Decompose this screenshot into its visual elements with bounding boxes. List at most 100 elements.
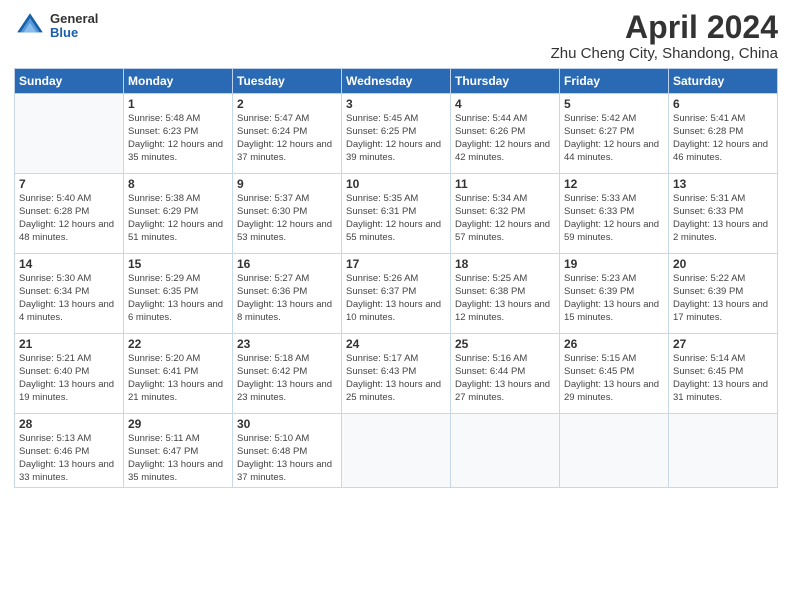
day-number: 7 xyxy=(19,177,119,191)
table-row: 22 Sunrise: 5:20 AM Sunset: 6:41 PM Dayli… xyxy=(124,334,233,414)
day-info: Sunrise: 5:27 AM Sunset: 6:36 PM Dayligh… xyxy=(237,273,337,324)
day-info: Sunrise: 5:37 AM Sunset: 6:30 PM Dayligh… xyxy=(237,193,337,244)
table-row: 12 Sunrise: 5:33 AM Sunset: 6:33 PM Dayli… xyxy=(560,174,669,254)
header-friday: Friday xyxy=(560,69,669,94)
day-info: Sunrise: 5:42 AM Sunset: 6:27 PM Dayligh… xyxy=(564,113,664,164)
day-number: 13 xyxy=(673,177,773,191)
day-number: 2 xyxy=(237,97,337,111)
day-info: Sunrise: 5:21 AM Sunset: 6:40 PM Dayligh… xyxy=(19,353,119,404)
day-info: Sunrise: 5:14 AM Sunset: 6:45 PM Dayligh… xyxy=(673,353,773,404)
day-number: 27 xyxy=(673,337,773,351)
day-info: Sunrise: 5:34 AM Sunset: 6:32 PM Dayligh… xyxy=(455,193,555,244)
day-number: 5 xyxy=(564,97,664,111)
table-row: 24 Sunrise: 5:17 AM Sunset: 6:43 PM Dayli… xyxy=(342,334,451,414)
calendar-week-row: 21 Sunrise: 5:21 AM Sunset: 6:40 PM Dayli… xyxy=(15,334,778,414)
header-monday: Monday xyxy=(124,69,233,94)
calendar-table: Sunday Monday Tuesday Wednesday Thursday… xyxy=(14,68,778,488)
table-row: 5 Sunrise: 5:42 AM Sunset: 6:27 PM Daylig… xyxy=(560,94,669,174)
calendar-week-row: 7 Sunrise: 5:40 AM Sunset: 6:28 PM Daylig… xyxy=(15,174,778,254)
day-number: 8 xyxy=(128,177,228,191)
day-info: Sunrise: 5:35 AM Sunset: 6:31 PM Dayligh… xyxy=(346,193,446,244)
day-number: 19 xyxy=(564,257,664,271)
table-row: 19Sunrise: 5:23 AM Sunset: 6:39 PM Dayli… xyxy=(560,254,669,334)
day-info: Sunrise: 5:16 AM Sunset: 6:44 PM Dayligh… xyxy=(455,353,555,404)
table-row xyxy=(560,414,669,488)
day-number: 18 xyxy=(455,257,555,271)
day-number: 28 xyxy=(19,417,119,431)
day-info: Sunrise: 5:22 AM Sunset: 6:39 PM Dayligh… xyxy=(673,273,773,324)
calendar-header-row: Sunday Monday Tuesday Wednesday Thursday… xyxy=(15,69,778,94)
day-number: 14 xyxy=(19,257,119,271)
day-number: 24 xyxy=(346,337,446,351)
day-number: 17 xyxy=(346,257,446,271)
day-info: Sunrise: 5:41 AM Sunset: 6:28 PM Dayligh… xyxy=(673,113,773,164)
day-info: Sunrise: 5:44 AM Sunset: 6:26 PM Dayligh… xyxy=(455,113,555,164)
day-info: Sunrise: 5:40 AM Sunset: 6:28 PM Dayligh… xyxy=(19,193,119,244)
table-row: 1 Sunrise: 5:48 AM Sunset: 6:23 PM Daylig… xyxy=(124,94,233,174)
table-row: 4 Sunrise: 5:44 AM Sunset: 6:26 PM Daylig… xyxy=(451,94,560,174)
table-row: 23 Sunrise: 5:18 AM Sunset: 6:42 PM Dayli… xyxy=(233,334,342,414)
table-row xyxy=(451,414,560,488)
day-number: 12 xyxy=(564,177,664,191)
logo-text: General Blue xyxy=(50,12,98,41)
calendar-week-row: 14 Sunrise: 5:30 AM Sunset: 6:34 PM Dayli… xyxy=(15,254,778,334)
table-row: 8 Sunrise: 5:38 AM Sunset: 6:29 PM Daylig… xyxy=(124,174,233,254)
table-row: 15Sunrise: 5:29 AM Sunset: 6:35 PM Dayli… xyxy=(124,254,233,334)
header-sunday: Sunday xyxy=(15,69,124,94)
table-row: 25 Sunrise: 5:16 AM Sunset: 6:44 PM Dayli… xyxy=(451,334,560,414)
day-number: 23 xyxy=(237,337,337,351)
day-number: 4 xyxy=(455,97,555,111)
day-number: 22 xyxy=(128,337,228,351)
table-row: 27 Sunrise: 5:14 AM Sunset: 6:45 PM Dayli… xyxy=(669,334,778,414)
day-info: Sunrise: 5:17 AM Sunset: 6:43 PM Dayligh… xyxy=(346,353,446,404)
table-row: 16 Sunrise: 5:27 AM Sunset: 6:36 PM Dayli… xyxy=(233,254,342,334)
table-row: 21 Sunrise: 5:21 AM Sunset: 6:40 PM Dayli… xyxy=(15,334,124,414)
logo-general-text: General xyxy=(50,12,98,26)
day-number: 21 xyxy=(19,337,119,351)
table-row: 18 Sunrise: 5:25 AM Sunset: 6:38 PM Dayli… xyxy=(451,254,560,334)
table-row: 29 Sunrise: 5:11 AM Sunset: 6:47 PM Dayli… xyxy=(124,414,233,488)
day-info: Sunrise: 5:10 AM Sunset: 6:48 PM Dayligh… xyxy=(237,433,337,484)
day-info: Sunrise: 5:11 AM Sunset: 6:47 PM Dayligh… xyxy=(128,433,228,484)
header-tuesday: Tuesday xyxy=(233,69,342,94)
day-info: Sunrise: 5:33 AM Sunset: 6:33 PM Dayligh… xyxy=(564,193,664,244)
header-thursday: Thursday xyxy=(451,69,560,94)
page-container: General Blue April 2024 Zhu Cheng City, … xyxy=(0,0,792,498)
day-number: 29 xyxy=(128,417,228,431)
table-row: 6 Sunrise: 5:41 AM Sunset: 6:28 PM Daylig… xyxy=(669,94,778,174)
table-row: 2 Sunrise: 5:47 AM Sunset: 6:24 PM Daylig… xyxy=(233,94,342,174)
day-info: Sunrise: 5:18 AM Sunset: 6:42 PM Dayligh… xyxy=(237,353,337,404)
table-row: 7 Sunrise: 5:40 AM Sunset: 6:28 PM Daylig… xyxy=(15,174,124,254)
day-info: Sunrise: 5:25 AM Sunset: 6:38 PM Dayligh… xyxy=(455,273,555,324)
table-row xyxy=(15,94,124,174)
day-number: 3 xyxy=(346,97,446,111)
table-row: 26Sunrise: 5:15 AM Sunset: 6:45 PM Dayli… xyxy=(560,334,669,414)
title-block: April 2024 Zhu Cheng City, Shandong, Chi… xyxy=(551,10,778,62)
header: General Blue April 2024 Zhu Cheng City, … xyxy=(14,10,778,62)
table-row: 3 Sunrise: 5:45 AM Sunset: 6:25 PM Daylig… xyxy=(342,94,451,174)
day-number: 30 xyxy=(237,417,337,431)
logo-blue-text: Blue xyxy=(50,26,98,40)
day-number: 25 xyxy=(455,337,555,351)
day-info: Sunrise: 5:26 AM Sunset: 6:37 PM Dayligh… xyxy=(346,273,446,324)
day-info: Sunrise: 5:20 AM Sunset: 6:41 PM Dayligh… xyxy=(128,353,228,404)
day-info: Sunrise: 5:38 AM Sunset: 6:29 PM Dayligh… xyxy=(128,193,228,244)
table-row: 10Sunrise: 5:35 AM Sunset: 6:31 PM Dayli… xyxy=(342,174,451,254)
table-row: 13Sunrise: 5:31 AM Sunset: 6:33 PM Dayli… xyxy=(669,174,778,254)
day-number: 16 xyxy=(237,257,337,271)
day-info: Sunrise: 5:48 AM Sunset: 6:23 PM Dayligh… xyxy=(128,113,228,164)
table-row: 9Sunrise: 5:37 AM Sunset: 6:30 PM Daylig… xyxy=(233,174,342,254)
day-number: 6 xyxy=(673,97,773,111)
header-wednesday: Wednesday xyxy=(342,69,451,94)
table-row: 28Sunrise: 5:13 AM Sunset: 6:46 PM Dayli… xyxy=(15,414,124,488)
day-info: Sunrise: 5:45 AM Sunset: 6:25 PM Dayligh… xyxy=(346,113,446,164)
day-number: 1 xyxy=(128,97,228,111)
logo-icon xyxy=(14,10,46,42)
day-info: Sunrise: 5:30 AM Sunset: 6:34 PM Dayligh… xyxy=(19,273,119,324)
day-info: Sunrise: 5:47 AM Sunset: 6:24 PM Dayligh… xyxy=(237,113,337,164)
table-row xyxy=(342,414,451,488)
day-number: 15 xyxy=(128,257,228,271)
header-saturday: Saturday xyxy=(669,69,778,94)
table-row: 17 Sunrise: 5:26 AM Sunset: 6:37 PM Dayli… xyxy=(342,254,451,334)
day-number: 26 xyxy=(564,337,664,351)
